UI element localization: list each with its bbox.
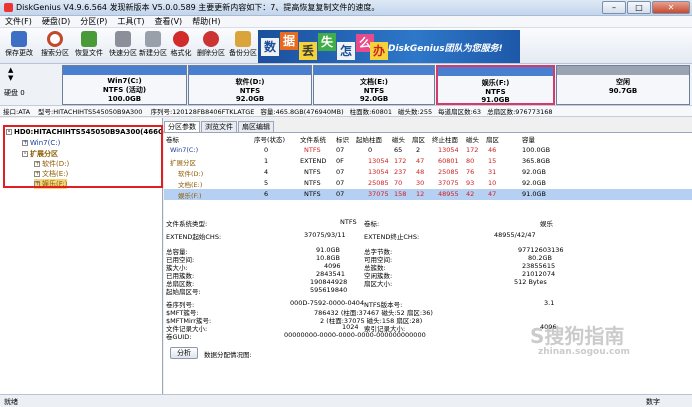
minimize-button[interactable]: – — [602, 1, 626, 14]
nav-arrows[interactable]: ▲ ▼ — [8, 66, 13, 82]
info-capacity: 容量:465.8GB(476940MB) — [260, 108, 344, 116]
save-changes-button[interactable]: 保存更改 — [4, 30, 34, 62]
info-interface: 接口:ATA — [3, 108, 31, 116]
partition-table: 卷标 序号(状态) 文件系统 标识 起始柱面 磁头 扇区 终止柱面 磁头 扇区 … — [164, 132, 692, 204]
title-bar: DiskGenius V4.9.6.564 发现新版本 V5.0.0.589 主… — [0, 0, 692, 16]
recover-icon — [81, 31, 97, 47]
maximize-button[interactable]: □ — [627, 1, 651, 14]
table-row[interactable]: 软件(D:) 4 NTFS 07 13054 237 48 25085 76 31 92.0GB — [164, 167, 692, 178]
format-icon — [173, 31, 189, 47]
banner-char: 数 — [261, 38, 279, 56]
status-numlock: 数字 — [646, 398, 660, 406]
watermark-url: zhinan.sogou.com — [538, 347, 630, 357]
status-bar: 就绪 数字 — [0, 394, 692, 407]
disk-map: ▲ ▼ 硬盘 0 Win7(C:) NTFS (活动) 100.0GB 软件(D:) N… — [0, 64, 692, 106]
save-icon — [11, 31, 27, 47]
partition-block-d[interactable]: 软件(D:) NTFS 92.0GB — [188, 65, 312, 105]
menu-help[interactable]: 帮助(H) — [187, 16, 225, 27]
partition-block-f[interactable]: 娱乐(F:) NTFS 91.0GB — [436, 65, 555, 105]
menu-view[interactable]: 查看(V) — [149, 16, 187, 27]
tab-strip: 分区参数 浏览文件 扇区编辑 — [164, 121, 275, 132]
disk-side-panel: ▲ ▼ 硬盘 0 — [2, 64, 56, 106]
menu-disk[interactable]: 硬盘(D) — [37, 16, 75, 27]
partition-block-e[interactable]: 文档(E:) NTFS 92.0GB — [313, 65, 435, 105]
menu-file[interactable]: 文件(F) — [0, 16, 37, 27]
status-ready: 就绪 — [4, 398, 18, 406]
banner-char: 怎 — [337, 42, 355, 60]
window-title: DiskGenius V4.9.6.564 发现新版本 V5.0.0.589 主… — [16, 3, 380, 12]
magnifier-icon — [47, 31, 63, 47]
info-model: 型号:HITACHIHTS545050B9A300 — [38, 108, 143, 116]
table-row[interactable]: 扩展分区 1 EXTEND 0F 13054 172 47 60801 80 15 365.8GB — [164, 156, 692, 167]
menu-bar: 文件(F) 硬盘(D) 分区(P) 工具(T) 查看(V) 帮助(H) — [0, 16, 692, 28]
new-disk-icon — [145, 31, 161, 47]
menu-tools[interactable]: 工具(T) — [112, 16, 149, 27]
table-header: 卷标 序号(状态) 文件系统 标识 起始柱面 磁头 扇区 终止柱面 磁头 扇区 … — [166, 136, 535, 144]
analyze-button[interactable]: 分析 — [170, 347, 198, 359]
recover-files-button[interactable]: 恢复文件 — [74, 30, 104, 62]
banner-slogan: DiskGenius团队为您服务! — [388, 44, 503, 54]
watermark: S搜狗指南 zhinan.sogou.com — [530, 325, 690, 375]
banner-char: 丢 — [299, 42, 317, 60]
info-sectors-per-track: 每道扇区数:63 — [438, 108, 482, 116]
info-total-sectors: 总扇区数:976773168 — [487, 108, 553, 116]
menu-partition[interactable]: 分区(P) — [75, 16, 112, 27]
highlight-box — [3, 125, 163, 188]
backup-icon — [235, 31, 251, 47]
window-controls: – □ ✕ — [601, 1, 690, 14]
tab-browse-files[interactable]: 浏览文件 — [201, 121, 237, 132]
search-partition-button[interactable]: 搜索分区 — [40, 30, 70, 62]
partition-block-free[interactable]: 空闲 90.7GB — [556, 65, 690, 105]
ad-banner[interactable]: 数 据 丢 失 怎 么 办 DiskGenius团队为您服务! — [258, 30, 520, 63]
info-cylinders: 柱面数:60801 — [349, 108, 392, 116]
partition-block-c[interactable]: Win7(C:) NTFS (活动) 100.0GB — [62, 65, 187, 105]
watermark-logo-text: S搜狗指南 — [530, 324, 625, 348]
table-row[interactable]: 文档(E:) 5 NTFS 07 25085 70 30 37075 93 10 92.0GB — [164, 178, 692, 189]
info-heads: 磁头数:255 — [398, 108, 433, 116]
disk-info-line: 接口:ATA 型号:HITACHIHTS545050B9A300 序列号:120… — [0, 106, 692, 117]
app-icon — [4, 3, 13, 12]
backup-partition-button[interactable]: 备份分区 — [228, 30, 258, 62]
banner-char: 办 — [370, 42, 388, 60]
delete-icon — [203, 31, 219, 47]
disk-icon — [115, 31, 131, 47]
banner-char: 失 — [318, 33, 336, 51]
table-row[interactable]: Win7(C:) 0 NTFS 07 0 65 2 13054 172 46 100.0GB — [164, 145, 692, 156]
table-row-selected[interactable]: 娱乐(F:) 6 NTFS 07 37075 158 12 48955 42 47 91.0GB — [164, 189, 692, 200]
banner-char: 据 — [280, 32, 298, 50]
disk-label: 硬盘 0 — [4, 89, 25, 97]
close-button[interactable]: ✕ — [652, 1, 690, 14]
tab-sector-edit[interactable]: 扇区编辑 — [238, 121, 274, 132]
info-serial: 序列号:120128FB8406FTKLATGE — [150, 108, 255, 116]
tab-partition-params[interactable]: 分区参数 — [164, 121, 200, 132]
